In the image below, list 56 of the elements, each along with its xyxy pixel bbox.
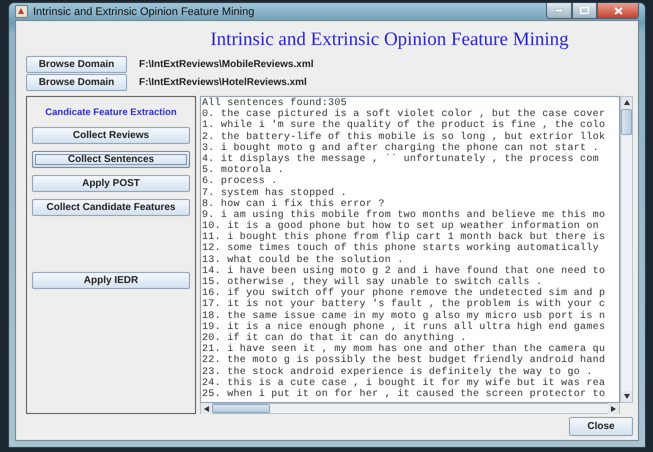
sentences-text-area[interactable]	[200, 96, 620, 403]
scroll-up-icon	[624, 100, 630, 105]
sentence-line: All sentences found:305	[202, 98, 348, 109]
close-icon	[614, 6, 622, 14]
sentence-line: 8. how can i fix this error ?	[202, 198, 385, 210]
sentence-line: 17. it is not your battery 's fault , the problem is with your c	[202, 299, 606, 310]
app-icon	[15, 5, 28, 18]
sentence-line: 19. it is a nice enough phone , it runs all ultra high end games	[202, 322, 606, 333]
sentence-line: 18. the same issue came in my moto g also my micro usb port is n	[202, 310, 606, 322]
sentence-line: 15. otherwise , they will say unable to switch calls .	[202, 277, 544, 288]
action-button[interactable]: Collect Candidate Features	[32, 199, 190, 216]
sentence-line: 12. some times touch of this phone starts working automatically	[202, 243, 600, 254]
maximize-button[interactable]	[572, 3, 597, 19]
action-button[interactable]: Collect Reviews	[32, 127, 190, 144]
sentence-line: 11. i bought this phone from flip cart 1 month back but there is	[202, 232, 606, 244]
sentence-line: 4. it displays the message , `` unfortunately , the process com	[202, 154, 600, 165]
sentence-line: 20. if it can do that it can do anything .	[202, 332, 467, 344]
scroll-right-icon	[611, 406, 616, 412]
minimize-button[interactable]	[546, 3, 572, 19]
horizontal-scrollbar[interactable]	[200, 403, 620, 414]
sentence-line: 23. the stock android experience is definitely the way to go .	[202, 366, 594, 378]
sentence-line: 13. what could be the solution .	[202, 254, 404, 266]
sentence-line: 5. motorola .	[202, 165, 285, 176]
file-path: F:\IntExtReviews\MobileReviews.xml	[139, 59, 314, 70]
window-title: Intrinsic and Extrinsic Opinion Feature Mining	[33, 6, 256, 18]
sentence-line: 9. i am using this mobile from two months and believe me this mo	[202, 210, 606, 221]
file-path: F:\IntExtReviews\HotelReviews.xml	[139, 77, 307, 88]
panel-title: Candicate Feature Extraction	[45, 107, 177, 118]
sentence-line: 21. i have seen it , my mom has one and other than the camera qu	[202, 344, 606, 356]
app-heading: Intrinsic and Extrinsic Opinion Feature Mining	[210, 29, 569, 50]
minimize-icon	[555, 9, 563, 12]
close-dialog-button[interactable]: Close	[569, 417, 633, 436]
scroll-thumb[interactable]	[212, 404, 270, 413]
action-button[interactable]: Collect Sentences	[32, 151, 190, 168]
scroll-thumb[interactable]	[621, 109, 632, 135]
sentence-line: 0. the case pictured is a soft violet color , but the case cover	[202, 109, 606, 120]
scroll-down-icon	[624, 394, 630, 399]
sentence-line: 10. it is a good phone but how to set up weather information on	[202, 221, 599, 232]
scroll-left-icon	[204, 406, 209, 412]
browse-domain-button[interactable]: Browse Domain	[26, 74, 127, 91]
sentence-line: 22. the moto g is possibly the best budget friendly android hand	[202, 355, 606, 366]
sentence-line: 2. the battery-life of this mobile is so long , but extrior llok	[202, 132, 606, 143]
browse-domain-button[interactable]: Browse Domain	[26, 56, 127, 73]
sentence-line: 7. system has stopped .	[202, 188, 348, 198]
close-button[interactable]	[597, 3, 639, 19]
sentence-line: 3. i bought moto g and after charging the phone can not start .	[202, 142, 600, 154]
sentence-line: 14. i have been using moto g 2 and i have found that one need to	[202, 266, 606, 277]
action-button[interactable]: Apply IEDR	[32, 272, 190, 289]
maximize-icon	[580, 7, 589, 14]
action-button[interactable]: Apply POST	[32, 175, 190, 192]
sentence-line: 1. while i 'm sure the quality of the product is fine , the colo	[202, 120, 606, 132]
sentence-line: 6. process .	[202, 176, 279, 188]
sentence-line: 24. this is a cute case , i bought it for my wife but it was rea	[202, 378, 606, 389]
sentence-line: 25. when i put it on for her , it caused the screen protector to	[202, 388, 606, 400]
vertical-scrollbar[interactable]	[620, 96, 633, 403]
sentence-line: 16. if you switch off your phone remove the undetected sim and p	[202, 288, 606, 300]
